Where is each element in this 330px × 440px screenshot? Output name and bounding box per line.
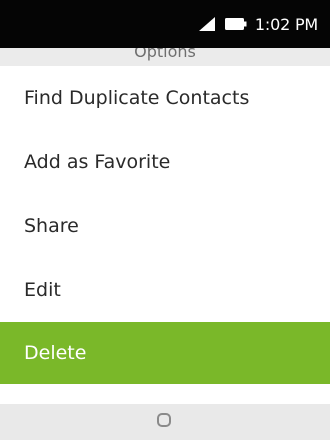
options-menu: Find Duplicate Contacts Add as Favorite … (0, 66, 330, 384)
options-title: Options (134, 48, 196, 61)
menu-item-add-as-favorite[interactable]: Add as Favorite (0, 130, 330, 194)
menu-item-share[interactable]: Share (0, 194, 330, 258)
status-time: 1:02 PM (254, 14, 318, 34)
menu-item-find-duplicate-contacts[interactable]: Find Duplicate Contacts (0, 66, 330, 130)
home-circle-icon[interactable] (157, 413, 171, 427)
signal-icon (198, 17, 215, 31)
options-header: Options (0, 48, 330, 66)
status-indicators: 1:02 PM (197, 12, 318, 36)
menu-item-delete[interactable]: Delete (0, 322, 330, 384)
navigation-bar (0, 404, 330, 440)
battery-icon (224, 18, 247, 30)
menu-item-edit[interactable]: Edit (0, 258, 330, 322)
status-bar: 1:02 PM (0, 0, 330, 48)
options-screen: 1:02 PM Options Find Duplicate Contacts … (0, 0, 330, 440)
